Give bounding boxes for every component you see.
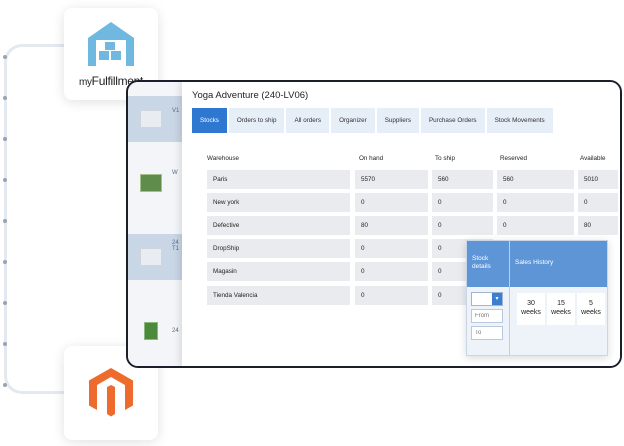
weeks-unit: weeks — [551, 309, 571, 316]
list-item-label: 24 — [172, 328, 179, 334]
cell-reserved: 0 — [497, 216, 574, 235]
cell-warehouse: DropShip — [207, 239, 350, 258]
chevron-down-icon[interactable]: ▾ — [492, 293, 502, 305]
connector-dot — [3, 96, 7, 100]
tab-stock-movements[interactable]: Stock Movements — [486, 108, 553, 133]
cell-available: 80 — [578, 216, 618, 235]
warehouse-icon — [88, 22, 134, 66]
magento-icon — [89, 368, 133, 417]
cell-warehouse: New york — [207, 193, 350, 212]
tab-suppliers[interactable]: Suppliers — [376, 108, 419, 133]
popup-divider — [509, 241, 510, 355]
period-select[interactable]: ▾ — [471, 292, 503, 306]
tab-purchase-orders[interactable]: Purchase Orders — [420, 108, 485, 133]
connector-dot — [3, 137, 7, 141]
product-list-background: V1 W 24 T1 24 — [128, 82, 182, 366]
cell-to-ship: 0 — [432, 216, 493, 235]
connector-dot — [3, 55, 7, 59]
weeks-count: 15 — [557, 300, 565, 307]
cell-available: 0 — [578, 193, 618, 212]
cell-on-hand: 0 — [355, 286, 428, 305]
myfulfillment-prefix: my — [78, 77, 92, 88]
cell-on-hand: 0 — [355, 239, 428, 258]
cell-on-hand: 0 — [355, 262, 428, 281]
connector-dot — [3, 260, 7, 264]
cell-warehouse: Tienda Valencia — [207, 286, 350, 305]
column-header-reserved: Reserved — [500, 155, 527, 162]
image-placeholder-icon — [140, 248, 162, 266]
weeks-unit: weeks — [521, 309, 541, 316]
cell-warehouse: Defective — [207, 216, 350, 235]
connector-dot — [3, 383, 7, 387]
cell-warehouse: Paris — [207, 170, 350, 189]
column-header-available: Available — [580, 155, 606, 162]
to-date-input[interactable] — [471, 326, 503, 340]
list-item-label: 24 T1 — [172, 240, 180, 252]
connector-dot — [3, 219, 7, 223]
sales-15-weeks: 15 weeks — [547, 293, 575, 325]
tab-stocks[interactable]: Stocks — [192, 108, 227, 133]
connector-dot — [3, 342, 7, 346]
product-thumbnail — [144, 322, 158, 340]
weeks-unit: weeks — [581, 309, 601, 316]
weeks-count: 5 — [589, 300, 593, 307]
from-date-input[interactable] — [471, 309, 503, 323]
tab-orders-to-ship[interactable]: Orders to ship — [228, 108, 285, 133]
image-placeholder-icon — [140, 110, 162, 128]
cell-to-ship: 0 — [432, 193, 493, 212]
sales-history-heading: Sales History — [515, 259, 554, 266]
cell-on-hand: 5570 — [355, 170, 428, 189]
cell-to-ship: 560 — [432, 170, 493, 189]
column-header-warehouse: Warehouse — [207, 155, 239, 162]
list-item-label: W — [172, 170, 178, 176]
connector-dot — [3, 178, 7, 182]
cell-reserved: 560 — [497, 170, 574, 189]
page-title: Yoga Adventure (240-LV06) — [192, 90, 309, 101]
column-header-to-ship: To ship — [435, 155, 455, 162]
weeks-count: 30 — [527, 300, 535, 307]
stock-details-heading: Stock details — [472, 255, 491, 270]
sales-5-weeks: 5 weeks — [577, 293, 605, 325]
connector-dot — [3, 301, 7, 305]
cell-on-hand: 80 — [355, 216, 428, 235]
tab-organizer[interactable]: Organizer — [331, 108, 375, 133]
cell-reserved: 0 — [497, 193, 574, 212]
stock-details-popup: Stock details Sales History ▾ 30 weeks 1… — [466, 240, 608, 356]
cell-on-hand: 0 — [355, 193, 428, 212]
product-thumbnail — [140, 174, 162, 192]
column-header-on-hand: On hand — [359, 155, 384, 162]
tab-bar: Stocks Orders to ship All orders Organiz… — [192, 108, 553, 133]
cell-available: 5010 — [578, 170, 618, 189]
cell-warehouse: Magasin — [207, 262, 350, 281]
tab-all-orders[interactable]: All orders — [286, 108, 330, 133]
sales-30-weeks: 30 weeks — [517, 293, 545, 325]
list-item-label: V1 — [172, 108, 180, 114]
